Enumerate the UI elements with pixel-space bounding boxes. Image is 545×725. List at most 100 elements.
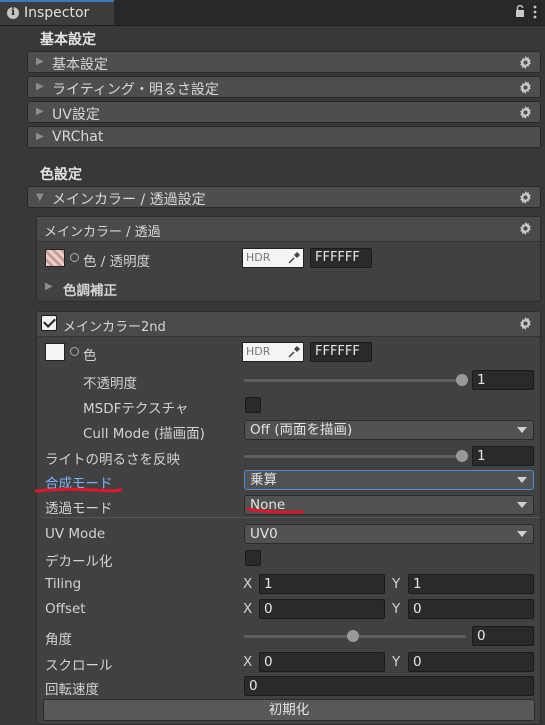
tab-inspector[interactable]: i Inspector bbox=[0, 0, 114, 25]
hdr-label: HDR bbox=[246, 345, 271, 358]
enable-checkbox[interactable] bbox=[41, 315, 57, 331]
opacity-slider-track[interactable] bbox=[244, 379, 466, 382]
opacity-label: 不透明度 bbox=[83, 376, 137, 392]
tiling-y-input[interactable]: 1 bbox=[408, 574, 534, 594]
texture-thumbnail[interactable] bbox=[45, 343, 65, 361]
light-reflect-label: ライトの明るさを反映 bbox=[45, 452, 180, 468]
uv-mode-label: UV Mode bbox=[45, 526, 106, 542]
offset-label: Offset bbox=[45, 601, 86, 617]
blend-mode-dropdown[interactable]: 乗算 bbox=[244, 470, 534, 490]
hex-color-input[interactable]: FFFFFF bbox=[310, 342, 372, 362]
gear-icon[interactable] bbox=[519, 56, 532, 69]
light-slider-knob[interactable] bbox=[456, 450, 468, 462]
blend-mode-value: 乗算 bbox=[250, 472, 277, 488]
foldout-label: VRChat bbox=[52, 129, 104, 145]
foldout-vrchat[interactable]: ▶ VRChat bbox=[27, 126, 541, 148]
tiling-x-input[interactable]: 1 bbox=[259, 574, 385, 594]
reset-button[interactable]: 初期化 bbox=[43, 699, 535, 721]
uv-mode-value: UV0 bbox=[250, 526, 278, 542]
angle-slider-knob[interactable] bbox=[347, 630, 359, 642]
light-slider-track[interactable] bbox=[244, 455, 466, 458]
foldout-basic-settings[interactable]: ▶ 基本設定 bbox=[27, 51, 541, 73]
row-light-reflect: ライトの明るさを反映 1 bbox=[37, 445, 540, 468]
chevron-down-icon bbox=[517, 427, 527, 433]
uv-mode-dropdown[interactable]: UV0 bbox=[244, 524, 534, 544]
rotation-speed-label: 回転速度 bbox=[45, 682, 99, 698]
decal-checkbox[interactable] bbox=[245, 550, 261, 566]
msdf-checkbox[interactable] bbox=[245, 397, 261, 413]
gear-icon[interactable] bbox=[519, 191, 532, 204]
row-cull-mode: Cull Mode (描画面) Off (両面を描画) bbox=[37, 419, 540, 442]
lock-icon[interactable] bbox=[515, 5, 525, 17]
hdr-color-field[interactable]: HDR bbox=[242, 342, 304, 362]
row-offset: Offset X 0 Y 0 bbox=[37, 598, 540, 620]
row-tiling: Tiling X 1 Y 1 bbox=[37, 573, 540, 595]
axis-y-label: Y bbox=[392, 576, 401, 592]
gear-icon[interactable] bbox=[519, 106, 532, 119]
rotation-speed-input[interactable]: 0 bbox=[244, 676, 534, 696]
arrow-down-icon: ▼ bbox=[36, 192, 44, 203]
panel-main-color: メインカラー / 透過 色 / 透明度 HDR FFFFFF ▶ 色調補正 bbox=[36, 216, 541, 302]
scroll-y-input[interactable]: 0 bbox=[408, 652, 534, 672]
msdf-label: MSDFテクスチャ bbox=[83, 401, 189, 417]
texture-picker-icon[interactable] bbox=[70, 253, 79, 262]
hdr-label: HDR bbox=[246, 251, 271, 264]
scroll-x-input[interactable]: 0 bbox=[259, 652, 385, 672]
arrow-right-icon: ▶ bbox=[36, 56, 44, 67]
row-tone-correction[interactable]: ▶ 色調補正 bbox=[37, 276, 540, 299]
row-main-color: 色 / 透明度 HDR FFFFFF bbox=[37, 247, 540, 270]
arrow-right-icon: ▶ bbox=[45, 281, 53, 292]
panel-header: メインカラー / 透過 bbox=[37, 217, 540, 242]
foldout-lighting-settings[interactable]: ▶ ライティング・明るさ設定 bbox=[27, 76, 541, 98]
hex-color-input[interactable]: FFFFFF bbox=[310, 248, 372, 268]
row-uv-mode: UV Mode UV0 bbox=[37, 523, 540, 545]
panel-title: メインカラー / 透過 bbox=[44, 225, 161, 240]
chevron-down-icon bbox=[517, 477, 527, 483]
row-alpha-mode: 透過モード None bbox=[37, 494, 540, 517]
foldout-label: メインカラー / 透過設定 bbox=[52, 192, 206, 208]
opacity-input[interactable]: 1 bbox=[472, 370, 534, 390]
gear-icon[interactable] bbox=[519, 81, 532, 94]
row-rotation-speed: 回転速度 0 bbox=[37, 675, 540, 698]
chevron-down-icon bbox=[517, 531, 527, 537]
row-angle: 角度 0 bbox=[37, 625, 540, 648]
tab-bar: i Inspector bbox=[0, 0, 545, 26]
angle-label: 角度 bbox=[45, 632, 72, 648]
foldout-main-color[interactable]: ▼ メインカラー / 透過設定 bbox=[27, 186, 541, 208]
section-title-color: 色設定 bbox=[40, 167, 82, 183]
cull-mode-dropdown[interactable]: Off (両面を描画) bbox=[244, 420, 534, 440]
gear-icon[interactable] bbox=[519, 317, 532, 330]
tiling-label: Tiling bbox=[45, 576, 82, 592]
alpha-mode-value: None bbox=[250, 497, 286, 513]
offset-y-input[interactable]: 0 bbox=[408, 599, 534, 619]
eyedropper-icon[interactable] bbox=[288, 346, 300, 358]
texture-thumbnail[interactable] bbox=[45, 249, 65, 267]
row-blend-mode: 合成モード 乗算 bbox=[37, 469, 540, 492]
hdr-color-field[interactable]: HDR bbox=[242, 248, 304, 268]
kebab-menu-icon[interactable] bbox=[533, 5, 537, 19]
opacity-slider-knob[interactable] bbox=[456, 374, 468, 386]
arrow-right-icon: ▶ bbox=[36, 81, 44, 92]
alpha-mode-dropdown[interactable]: None bbox=[244, 495, 534, 515]
decal-label: デカール化 bbox=[45, 554, 113, 570]
foldout-uv-settings[interactable]: ▶ UV設定 bbox=[27, 101, 541, 123]
texture-picker-icon[interactable] bbox=[70, 347, 79, 356]
section-title-basic: 基本設定 bbox=[40, 32, 96, 48]
alpha-mode-label: 透過モード bbox=[45, 501, 113, 517]
foldout-label: 基本設定 bbox=[52, 57, 108, 73]
light-input[interactable]: 1 bbox=[472, 446, 534, 466]
gear-icon[interactable] bbox=[519, 222, 532, 235]
blend-mode-label: 合成モード bbox=[45, 476, 113, 492]
foldout-label: UV設定 bbox=[52, 107, 100, 123]
row-scroll: スクロール X 0 Y 0 bbox=[37, 651, 540, 674]
offset-x-input[interactable]: 0 bbox=[259, 599, 385, 619]
color-label: 色 / 透明度 bbox=[83, 254, 151, 270]
angle-input[interactable]: 0 bbox=[472, 626, 534, 646]
chevron-down-icon bbox=[517, 502, 527, 508]
panel-header: メインカラー2nd bbox=[37, 312, 540, 337]
axis-y-label: Y bbox=[392, 654, 401, 670]
eyedropper-icon[interactable] bbox=[288, 252, 300, 264]
arrow-right-icon: ▶ bbox=[36, 106, 44, 117]
row-msdf: MSDFテクスチャ bbox=[37, 394, 540, 417]
tab-inspector-label: Inspector bbox=[24, 5, 90, 21]
